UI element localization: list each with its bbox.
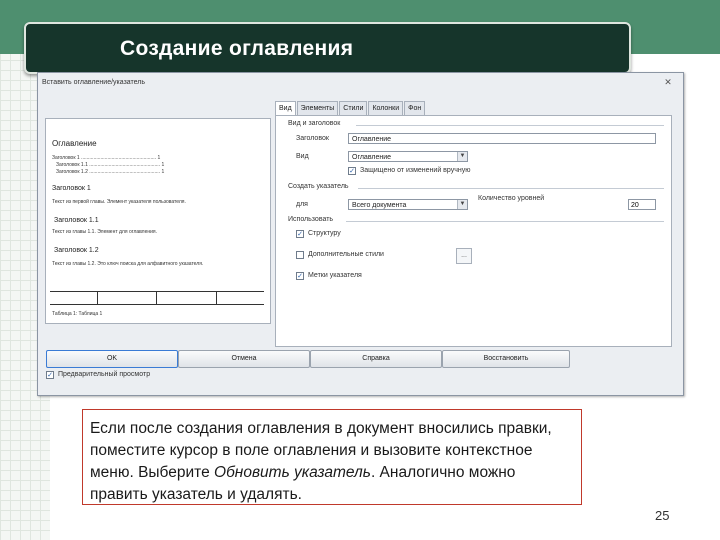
- section-create-from: Использовать: [288, 216, 334, 223]
- preview-h11: Заголовок 1.1: [54, 217, 99, 224]
- preview-table-line: [156, 291, 157, 304]
- close-icon[interactable]: ✕: [659, 76, 677, 88]
- slide-title-box: Создание оглавления: [24, 22, 631, 74]
- protect-label: Защищено от изменений вручную: [360, 167, 471, 174]
- caption-box: Если после создания оглавления в докумен…: [82, 409, 582, 505]
- additional-styles-label: Дополнительные стили: [308, 251, 384, 258]
- ok-button[interactable]: OK: [46, 350, 178, 368]
- preview-checkbox[interactable]: ✓: [46, 371, 54, 379]
- preview-toc-line: Заголовок 1 ............................…: [52, 155, 161, 161]
- page-number: 25: [655, 508, 670, 523]
- separator: [346, 221, 664, 222]
- preview-h1: Заголовок 1: [52, 185, 91, 192]
- tab-styles[interactable]: Стили: [339, 101, 368, 115]
- type-select-value: Оглавление: [352, 154, 392, 161]
- section-create: Создать указатель: [288, 183, 349, 190]
- level-value: 20: [631, 202, 639, 209]
- toc-dialog-screenshot: Вставить оглавление/указатель ✕ Оглавлен…: [37, 72, 684, 396]
- protect-checkbox[interactable]: ✓: [348, 167, 356, 175]
- preview-toc-line: Заголовок 1.2 ..........................…: [56, 169, 165, 175]
- title-label: Заголовок: [296, 135, 329, 142]
- preview-checkbox-label: Предварительный просмотр: [58, 371, 151, 378]
- tab-columns[interactable]: Колонки: [368, 101, 404, 115]
- type-tab-panel: Вид и заголовок Заголовок Оглавление Вид…: [275, 115, 672, 347]
- type-label: Вид: [296, 153, 309, 160]
- outline-label: Структуру: [308, 230, 341, 237]
- cancel-button[interactable]: Отмена: [178, 350, 310, 368]
- dialog-tabs: Вид Элементы Стили Колонки Фон: [275, 101, 426, 115]
- separator: [358, 188, 664, 189]
- index-marks-label: Метки указателя: [308, 272, 362, 279]
- preview-table-line: [50, 304, 264, 305]
- type-select[interactable]: Оглавление ▼: [348, 151, 468, 162]
- preview-pane: Оглавление Заголовок 1 .................…: [45, 118, 271, 324]
- separator: [356, 125, 664, 126]
- tab-type[interactable]: Вид: [275, 101, 296, 115]
- preview-text: Текст из главы 1.1. Элемент для оглавлен…: [52, 229, 158, 235]
- dialog-title: Вставить оглавление/указатель: [42, 79, 146, 86]
- title-input[interactable]: Оглавление: [348, 133, 656, 144]
- preview-toc-line: Заголовок 1.1 ..........................…: [56, 162, 165, 168]
- preview-table-line: [97, 291, 98, 304]
- assign-styles-button[interactable]: ...: [456, 248, 472, 264]
- index-marks-checkbox[interactable]: ✓: [296, 272, 304, 280]
- slide-title: Создание оглавления: [120, 37, 354, 60]
- tab-background[interactable]: Фон: [404, 101, 426, 115]
- chevron-down-icon: ▼: [457, 152, 467, 161]
- level-stepper[interactable]: 20: [628, 199, 656, 210]
- level-label: Количество уровней: [478, 195, 545, 202]
- preview-table-line: [216, 291, 217, 304]
- scope-select[interactable]: Всего документа ▼: [348, 199, 468, 210]
- preview-heading: Оглавление: [52, 139, 97, 148]
- preview-h12: Заголовок 1.2: [54, 247, 99, 254]
- additional-styles-checkbox[interactable]: [296, 251, 304, 259]
- scope-select-value: Всего документа: [352, 202, 407, 209]
- help-button[interactable]: Справка: [310, 350, 442, 368]
- preview-table-caption: Таблица 1: Таблица 1: [52, 311, 103, 317]
- preview-text: Текст из первой главы. Элемент указателя…: [52, 199, 186, 205]
- preview-text: Текст из главы 1.2. Это ключ поиска для …: [52, 261, 204, 267]
- section-type-title: Вид и заголовок: [288, 120, 341, 127]
- tab-entries[interactable]: Элементы: [296, 101, 339, 115]
- caption-emphasis: Обновить указатель: [214, 464, 371, 481]
- reset-button[interactable]: Восстановить: [442, 350, 570, 368]
- preview-table-line: [50, 291, 264, 292]
- for-label: для: [296, 201, 308, 208]
- outline-checkbox[interactable]: ✓: [296, 230, 304, 238]
- chevron-down-icon: ▼: [457, 200, 467, 209]
